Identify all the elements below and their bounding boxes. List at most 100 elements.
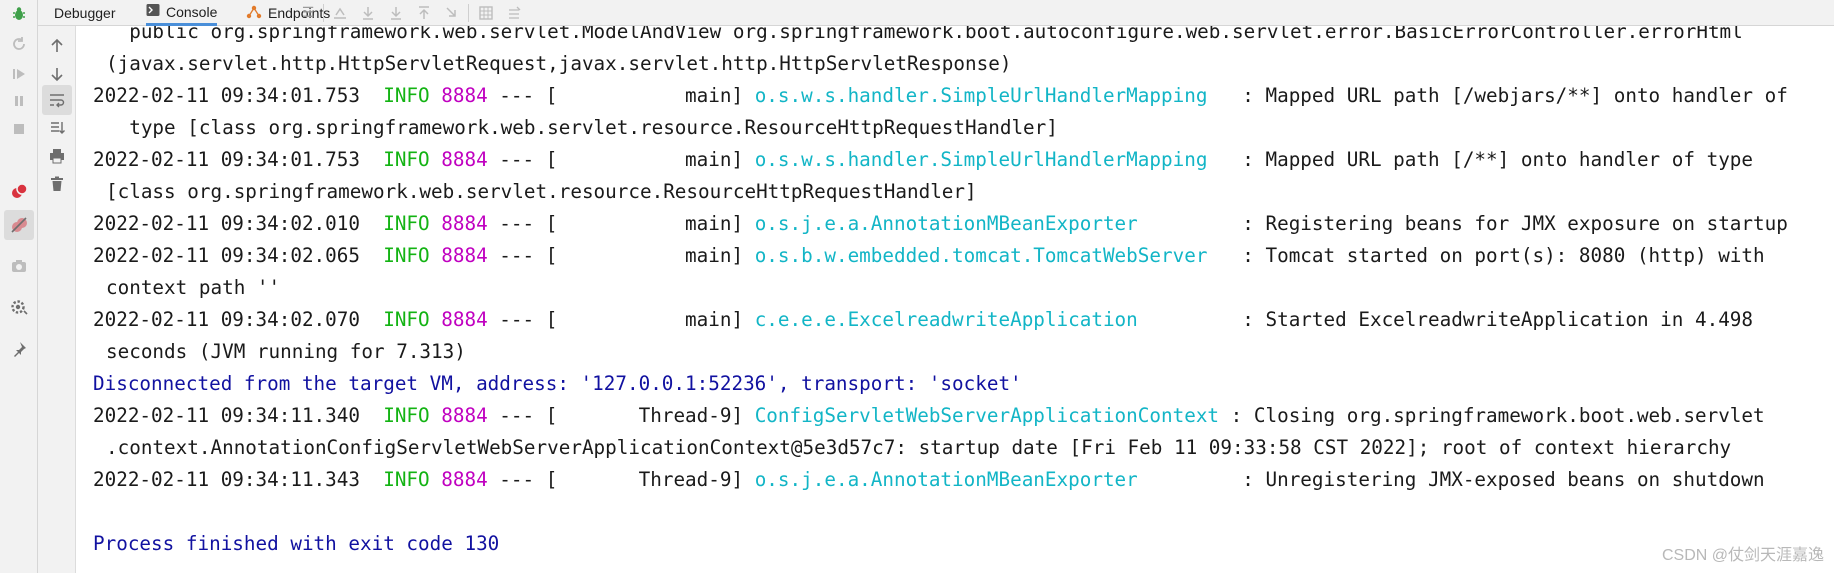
run-to-cursor-icon[interactable] — [442, 3, 462, 23]
log-continuation-text: public org.springframework.web.servlet.M… — [106, 26, 1743, 43]
log-level: INFO — [383, 244, 430, 267]
log-timestamp: 2022-02-11 09:34:01.753 — [93, 84, 360, 107]
log-timestamp: 2022-02-11 09:34:11.340 — [93, 404, 360, 427]
log-message: : Registering beans for JMX exposure on … — [1219, 212, 1788, 235]
trace-stream-icon[interactable] — [504, 3, 524, 23]
log-separator: --- [ — [487, 244, 558, 267]
pause-icon[interactable] — [7, 89, 31, 113]
log-message: : Closing org.springframework.boot.web.s… — [1219, 404, 1765, 427]
log-continuation: type [class org.springframework.web.serv… — [106, 112, 1058, 144]
log-logger: c.e.e.e.ExcelreadwriteApplication — [754, 308, 1220, 331]
settings-icon[interactable] — [7, 295, 31, 319]
log-level: INFO — [383, 84, 430, 107]
log-timestamp: 2022-02-11 09:34:02.070 — [93, 308, 360, 331]
log-continuation: .context.AnnotationConfigServletWebServe… — [106, 432, 1731, 464]
log-separator: --- [ — [487, 212, 558, 235]
log-continuation-text: seconds (JVM running for 7.313) — [106, 340, 466, 363]
log-thread: main] — [557, 244, 744, 267]
log-line: 2022-02-11 09:34:11.343 INFO 8884 --- [ … — [93, 464, 1765, 496]
log-thread: Thread-9] — [557, 468, 744, 491]
mute-breakpoints-icon[interactable] — [4, 210, 34, 240]
log-thread: main] — [557, 308, 744, 331]
log-continuation: (javax.servlet.http.HttpServletRequest,j… — [106, 48, 1011, 80]
log-message: : Mapped URL path [/**] onto handler of … — [1219, 148, 1754, 171]
arrow-up-icon[interactable] — [45, 34, 69, 58]
log-separator: --- [ — [487, 84, 558, 107]
system-message-text: Process finished with exit code 130 — [93, 532, 500, 555]
log-separator: --- [ — [487, 468, 558, 491]
log-message: : Started ExcelreadwriteApplication in 4… — [1219, 308, 1754, 331]
rerun-icon[interactable] — [7, 32, 31, 56]
log-level: INFO — [383, 468, 430, 491]
log-message: : Mapped URL path [/webjars/**] onto han… — [1219, 84, 1788, 107]
print-icon[interactable] — [45, 144, 69, 168]
tab-debugger[interactable]: Debugger — [54, 0, 116, 26]
log-message: : Tomcat started on port(s): 8080 (http)… — [1219, 244, 1765, 267]
log-separator: --- [ — [487, 404, 558, 427]
console-toolbar — [38, 26, 76, 573]
view-breakpoints-icon[interactable] — [7, 179, 31, 203]
menu-icon[interactable]: ☰ — [298, 3, 318, 23]
log-logger: o.s.j.e.a.AnnotationMBeanExporter — [754, 212, 1220, 235]
resume-icon[interactable] — [7, 62, 31, 86]
debug-toolbar-left — [0, 0, 38, 573]
debug-tab-bar: Debugger Console Endpoints ☰ — [38, 0, 1834, 26]
log-logger: o.s.w.s.handler.SimpleUrlHandlerMapping — [754, 148, 1220, 171]
step-out-icon[interactable] — [414, 3, 434, 23]
watermark: CSDN @仗剑天涯嘉逸 — [1661, 547, 1824, 564]
system-message-text: Disconnected from the target VM, address… — [93, 372, 1022, 395]
show-execution-point-icon[interactable] — [330, 3, 350, 23]
log-line: 2022-02-11 09:34:02.065 INFO 8884 --- [ … — [93, 240, 1765, 272]
log-logger: o.s.b.w.embedded.tomcat.TomcatWebServer — [754, 244, 1220, 267]
log-continuation-text: .context.AnnotationConfigServletWebServe… — [106, 436, 1732, 459]
log-thread: Thread-9] — [557, 404, 744, 427]
console-output[interactable]: public org.springframework.web.servlet.M… — [76, 26, 1834, 573]
system-message: Disconnected from the target VM, address… — [93, 368, 1022, 400]
step-over-icon[interactable] — [358, 3, 378, 23]
stop-icon[interactable] — [7, 117, 31, 141]
log-pid: 8884 — [441, 308, 488, 331]
log-thread: main] — [557, 148, 744, 171]
log-logger: o.s.j.e.a.AnnotationMBeanExporter — [754, 468, 1220, 491]
log-continuation: seconds (JVM running for 7.313) — [106, 336, 466, 368]
tab-debugger-label: Debugger — [54, 5, 116, 21]
log-continuation: context path '' — [106, 272, 280, 304]
log-timestamp: 2022-02-11 09:34:02.065 — [93, 244, 360, 267]
console-icon — [146, 3, 160, 20]
pin-icon[interactable] — [7, 337, 31, 361]
log-separator: --- [ — [487, 308, 558, 331]
log-pid: 8884 — [441, 148, 488, 171]
tab-console[interactable]: Console — [146, 0, 218, 26]
log-message: : Unregistering JMX-exposed beans on shu… — [1219, 468, 1765, 491]
log-pid: 8884 — [441, 84, 488, 107]
log-level: INFO — [383, 148, 430, 171]
log-thread: main] — [557, 84, 744, 107]
camera-icon[interactable] — [7, 254, 31, 278]
trash-icon[interactable] — [45, 172, 69, 196]
log-line: 2022-02-11 09:34:01.753 INFO 8884 --- [ … — [93, 144, 1753, 176]
log-continuation: public org.springframework.web.servlet.M… — [106, 26, 1743, 48]
tab-console-label: Console — [166, 3, 218, 20]
step-into-icon[interactable] — [386, 3, 406, 23]
log-logger: o.s.w.s.handler.SimpleUrlHandlerMapping — [754, 84, 1220, 107]
arrow-down-icon[interactable] — [45, 62, 69, 86]
log-level: INFO — [383, 404, 430, 427]
log-pid: 8884 — [441, 212, 488, 235]
endpoints-icon — [246, 5, 262, 22]
log-separator: --- [ — [487, 148, 558, 171]
log-timestamp: 2022-02-11 09:34:01.753 — [93, 148, 360, 171]
log-pid: 8884 — [441, 468, 488, 491]
evaluate-expression-icon[interactable] — [476, 3, 496, 23]
log-continuation-text: context path '' — [106, 276, 281, 299]
log-continuation: [class org.springframework.web.servlet.r… — [106, 176, 977, 208]
scroll-to-end-icon[interactable] — [45, 116, 69, 140]
log-logger: ConfigServletWebServerApplicationContext — [754, 404, 1220, 427]
log-level: INFO — [383, 308, 430, 331]
system-message: Process finished with exit code 130 — [93, 528, 499, 560]
bug-icon — [7, 2, 31, 26]
soft-wrap-icon[interactable] — [42, 85, 72, 115]
log-line: 2022-02-11 09:34:02.010 INFO 8884 --- [ … — [93, 208, 1788, 240]
log-line: 2022-02-11 09:34:01.753 INFO 8884 --- [ … — [93, 80, 1788, 112]
log-timestamp: 2022-02-11 09:34:02.010 — [93, 212, 360, 235]
log-line: 2022-02-11 09:34:02.070 INFO 8884 --- [ … — [93, 304, 1753, 336]
